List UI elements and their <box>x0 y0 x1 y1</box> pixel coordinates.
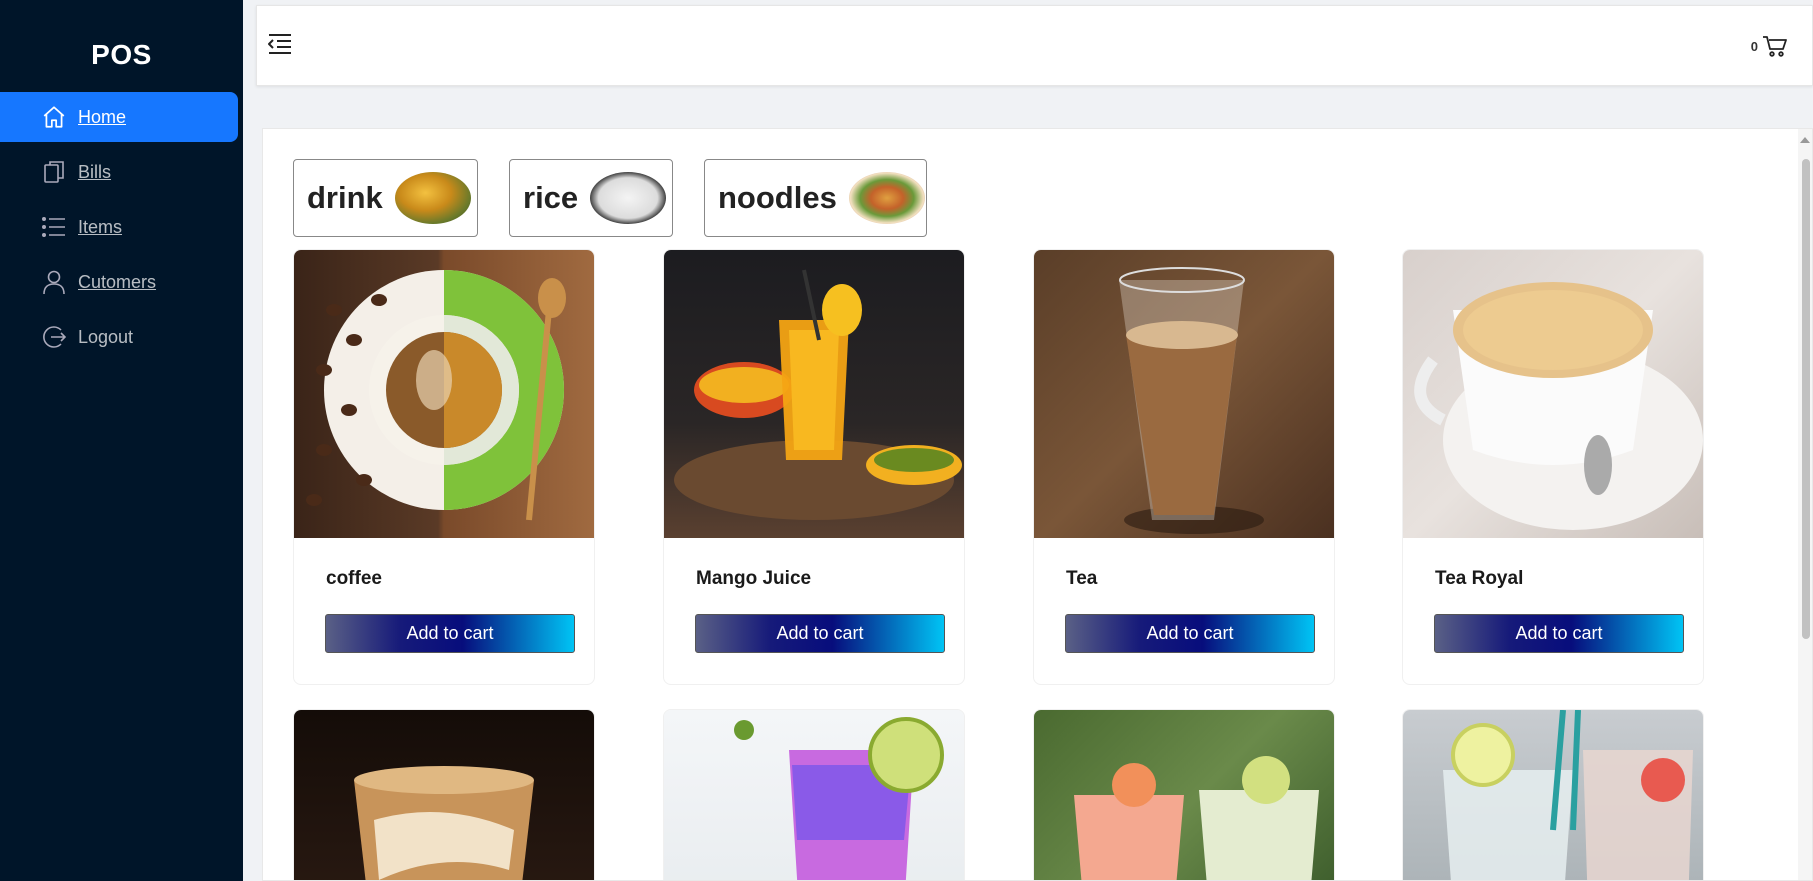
content-scrollbar[interactable] <box>1798 129 1812 880</box>
sidebar-item-items[interactable]: Items <box>0 202 238 252</box>
user-icon <box>40 268 68 296</box>
product-card <box>1402 709 1704 880</box>
add-to-cart-button[interactable]: Add to cart <box>695 614 945 653</box>
drink-image <box>394 172 471 224</box>
sidebar-item-customers[interactable]: Cutomers <box>0 257 238 307</box>
logout-icon <box>40 323 68 351</box>
scroll-thumb[interactable] <box>1802 159 1810 639</box>
coffee-image <box>294 250 594 538</box>
noodles-image <box>848 172 925 224</box>
tea-royal-image <box>1403 250 1703 538</box>
product-name: coffee <box>326 568 382 589</box>
cocktails-image <box>1034 710 1334 880</box>
infused-water-image <box>1403 710 1703 880</box>
scroll-up-arrow[interactable] <box>1800 137 1810 143</box>
product-card: coffee Add to cart <box>293 249 595 685</box>
add-to-cart-button[interactable]: Add to cart <box>1434 614 1684 653</box>
product-card <box>293 709 595 880</box>
category-drink[interactable]: drink <box>293 159 478 237</box>
tea-image <box>1034 250 1334 538</box>
purple-drink-image <box>664 710 964 880</box>
product-card: Mango Juice Add to cart <box>663 249 965 685</box>
category-label: drink <box>307 180 383 215</box>
cart-count: 0 <box>1750 39 1758 54</box>
sidebar-item-label: Logout <box>78 326 134 347</box>
category-label: noodles <box>718 180 837 215</box>
product-card <box>1033 709 1335 880</box>
product-name: Tea <box>1066 568 1098 589</box>
sidebar-item-home[interactable]: Home <box>0 92 238 142</box>
sidebar-item-label: Cutomers <box>78 271 157 292</box>
rice-image <box>590 172 667 224</box>
product-card: Tea Royal Add to cart <box>1402 249 1704 685</box>
product-card: Tea Add to cart <box>1033 249 1335 685</box>
mango-juice-image <box>664 250 964 538</box>
add-to-cart-button[interactable]: Add to cart <box>325 614 575 653</box>
product-card <box>663 709 965 880</box>
sidebar-item-logout[interactable]: Logout <box>0 312 238 362</box>
list-icon <box>40 213 68 241</box>
add-to-cart-button[interactable]: Add to cart <box>1065 614 1315 653</box>
sidebar-item-label: Items <box>78 216 123 237</box>
sidebar-item-label: Bills <box>78 161 112 182</box>
product-name: Mango Juice <box>696 568 812 589</box>
copy-icon <box>40 158 68 186</box>
top-header: 0 <box>256 5 1813 86</box>
menu-fold-icon[interactable] <box>267 32 297 58</box>
iced-coffee-image <box>294 710 594 880</box>
shopping-cart-icon[interactable] <box>1762 34 1790 62</box>
sidebar-item-bills[interactable]: Bills <box>0 147 238 197</box>
home-icon <box>40 103 68 131</box>
category-noodles[interactable]: noodles <box>704 159 927 237</box>
category-rice[interactable]: rice <box>509 159 673 237</box>
sidebar-item-label: Home <box>78 106 127 127</box>
main-content: drink rice noodles coffee Add to cart Ma… <box>262 128 1813 881</box>
category-label: rice <box>523 180 579 215</box>
sidebar: POS Home Bills Items Cutomers Logout <box>0 0 243 881</box>
product-name: Tea Royal <box>1435 568 1524 589</box>
